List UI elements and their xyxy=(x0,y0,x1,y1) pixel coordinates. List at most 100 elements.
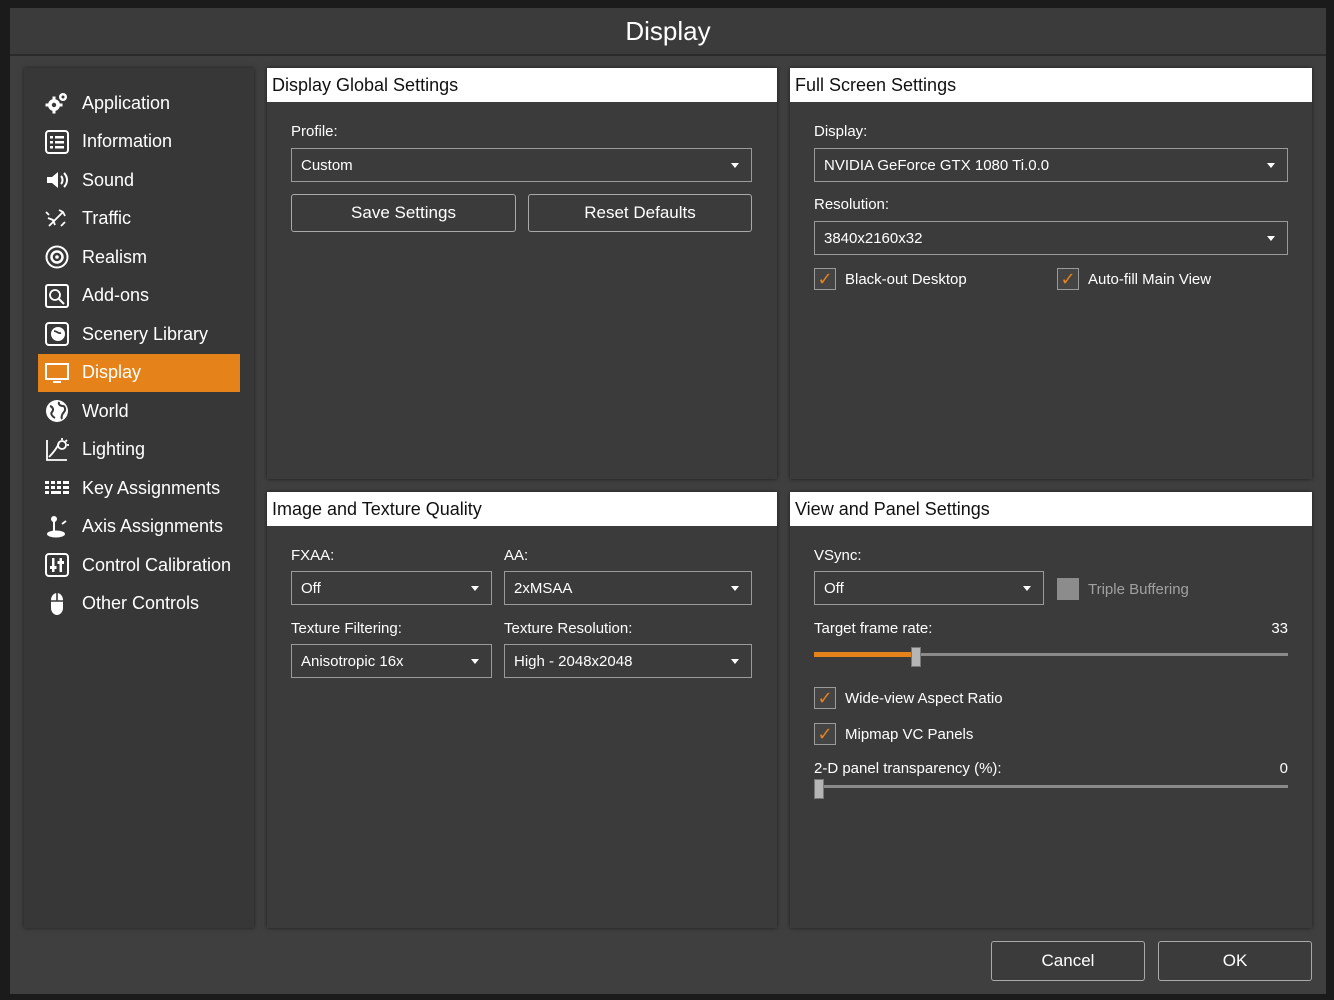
gear-icon xyxy=(44,90,70,116)
sidebar-item-label: Realism xyxy=(82,246,148,267)
checkbox-box: ✓ xyxy=(814,268,836,290)
check-icon: ✓ xyxy=(817,724,833,744)
check-icon: ✓ xyxy=(817,688,833,708)
sidebar-item-label: Display xyxy=(82,362,142,383)
sidebar-item-display[interactable]: Display xyxy=(38,353,240,392)
target-frame-rate-value: 33 xyxy=(1271,620,1288,637)
checkbox-label: Black-out Desktop xyxy=(845,270,967,288)
sidebar-item-axis-assignments[interactable]: Axis Assignments xyxy=(38,508,240,547)
resolution-dropdown[interactable]: 3840x2160x32 xyxy=(814,221,1288,255)
display-dropdown[interactable]: NVIDIA GeForce GTX 1080 Ti.0.0 xyxy=(814,148,1288,182)
checkbox-label: Auto-fill Main View xyxy=(1088,270,1212,288)
texture-filtering-dropdown[interactable]: Anisotropic 16x xyxy=(291,644,492,678)
cancel-button[interactable]: Cancel xyxy=(991,941,1145,981)
profile-dropdown[interactable]: Custom xyxy=(291,148,752,182)
sidebar-item-scenery-library[interactable]: Scenery Library xyxy=(38,315,240,354)
sidebar-item-key-assignments[interactable]: Key Assignments xyxy=(38,469,240,508)
slider-track xyxy=(814,785,1288,788)
chevron-down-icon xyxy=(1023,585,1031,591)
sidebar-item-label: Control Calibration xyxy=(82,554,232,575)
sidebar-item-label: Scenery Library xyxy=(82,323,209,344)
target-frame-rate-label: Target frame rate: xyxy=(814,620,933,637)
autofill-main-view-checkbox[interactable]: ✓ Auto-fill Main View xyxy=(1057,268,1211,290)
panel-transparency-slider[interactable] xyxy=(814,779,1288,799)
aa-label: AA: xyxy=(504,547,529,564)
list-icon xyxy=(44,129,70,155)
view-panel-settings-panel: View and Panel Settings VSync: Off Tripl… xyxy=(790,492,1312,928)
display-label: Display: xyxy=(814,123,868,140)
sidebar-item-other-controls[interactable]: Other Controls xyxy=(38,585,240,624)
resolution-label: Resolution: xyxy=(814,196,890,213)
panel-title: Full Screen Settings xyxy=(790,68,1312,102)
sidebar-item-label: Key Assignments xyxy=(82,477,221,498)
joystick-icon xyxy=(44,514,70,540)
aa-dropdown[interactable]: 2xMSAA xyxy=(504,571,752,605)
fxaa-dropdown[interactable]: Off xyxy=(291,571,492,605)
addons-icon xyxy=(44,283,70,309)
checkbox-label: Mipmap VC Panels xyxy=(845,725,974,743)
sidebar-item-traffic[interactable]: Traffic xyxy=(38,200,240,239)
keyboard-icon xyxy=(44,475,70,501)
sidebar-item-label: Axis Assignments xyxy=(82,516,224,537)
sidebar-item-label: World xyxy=(82,400,129,421)
sidebar-item-information[interactable]: Information xyxy=(38,123,240,162)
airplane-icon xyxy=(44,206,70,232)
ok-button[interactable]: OK xyxy=(1158,941,1312,981)
save-settings-button[interactable]: Save Settings xyxy=(291,194,516,232)
checkbox-label: Triple Buffering xyxy=(1088,580,1189,598)
triple-buffering-checkbox[interactable]: Triple Buffering xyxy=(1057,578,1189,600)
scenery-icon xyxy=(44,321,70,347)
window-title: Display xyxy=(10,8,1326,56)
check-icon: ✓ xyxy=(817,269,833,289)
sidebar-item-label: Lighting xyxy=(82,439,146,460)
vsync-dropdown[interactable]: Off xyxy=(814,571,1044,605)
sidebar-item-sound[interactable]: Sound xyxy=(38,161,240,200)
wide-view-aspect-checkbox[interactable]: ✓ Wide-view Aspect Ratio xyxy=(814,687,1003,709)
blackout-desktop-checkbox[interactable]: ✓ Black-out Desktop xyxy=(814,268,967,290)
sidebar-item-label: Sound xyxy=(82,169,135,190)
chevron-down-icon xyxy=(731,162,739,168)
reset-defaults-button[interactable]: Reset Defaults xyxy=(528,194,752,232)
sidebar-item-label: Add-ons xyxy=(82,285,150,306)
vsync-label: VSync: xyxy=(814,547,862,564)
globe-icon xyxy=(44,398,70,424)
sidebar-item-control-calibration[interactable]: Control Calibration xyxy=(38,546,240,585)
sidebar-item-realism[interactable]: Realism xyxy=(38,238,240,277)
profile-label: Profile: xyxy=(291,123,338,140)
chevron-down-icon xyxy=(731,658,739,664)
speaker-icon xyxy=(44,167,70,193)
checkbox-box: ✓ xyxy=(814,687,836,709)
panel-title: Display Global Settings xyxy=(267,68,777,102)
panel-title: View and Panel Settings xyxy=(790,492,1312,526)
checkbox-box: ✓ xyxy=(814,723,836,745)
checkbox-label: Wide-view Aspect Ratio xyxy=(845,689,1003,707)
sidebar-item-world[interactable]: World xyxy=(38,392,240,431)
panel-title: Image and Texture Quality xyxy=(267,492,777,526)
checkbox-box: ✓ xyxy=(1057,268,1079,290)
sidebar: Application Information Sound Traffic Re… xyxy=(24,68,254,928)
sidebar-item-application[interactable]: Application xyxy=(38,84,240,123)
slider-thumb[interactable] xyxy=(814,779,824,799)
texture-resolution-dropdown[interactable]: High - 2048x2048 xyxy=(504,644,752,678)
chevron-down-icon xyxy=(731,585,739,591)
texture-resolution-label: Texture Resolution: xyxy=(504,620,633,637)
slider-thumb[interactable] xyxy=(910,647,921,667)
calibration-icon xyxy=(44,552,70,578)
mouse-icon xyxy=(44,591,70,617)
chevron-down-icon xyxy=(471,658,479,664)
check-icon: ✓ xyxy=(1060,269,1076,289)
chevron-down-icon xyxy=(471,585,479,591)
texture-quality-panel: Image and Texture Quality FXAA: Off AA: … xyxy=(267,492,777,928)
chevron-down-icon xyxy=(1267,162,1275,168)
sidebar-item-lighting[interactable]: Lighting xyxy=(38,431,240,470)
panel-transparency-value: 0 xyxy=(1279,760,1288,777)
realism-icon xyxy=(44,244,70,270)
sidebar-item-label: Traffic xyxy=(82,208,132,229)
chevron-down-icon xyxy=(1267,235,1275,241)
texture-filtering-label: Texture Filtering: xyxy=(291,620,402,637)
fxaa-label: FXAA: xyxy=(291,547,335,564)
sidebar-item-addons[interactable]: Add-ons xyxy=(38,277,240,316)
target-frame-rate-slider[interactable] xyxy=(814,647,1288,667)
mipmap-vc-panels-checkbox[interactable]: ✓ Mipmap VC Panels xyxy=(814,723,973,745)
sidebar-item-label: Application xyxy=(82,92,171,113)
